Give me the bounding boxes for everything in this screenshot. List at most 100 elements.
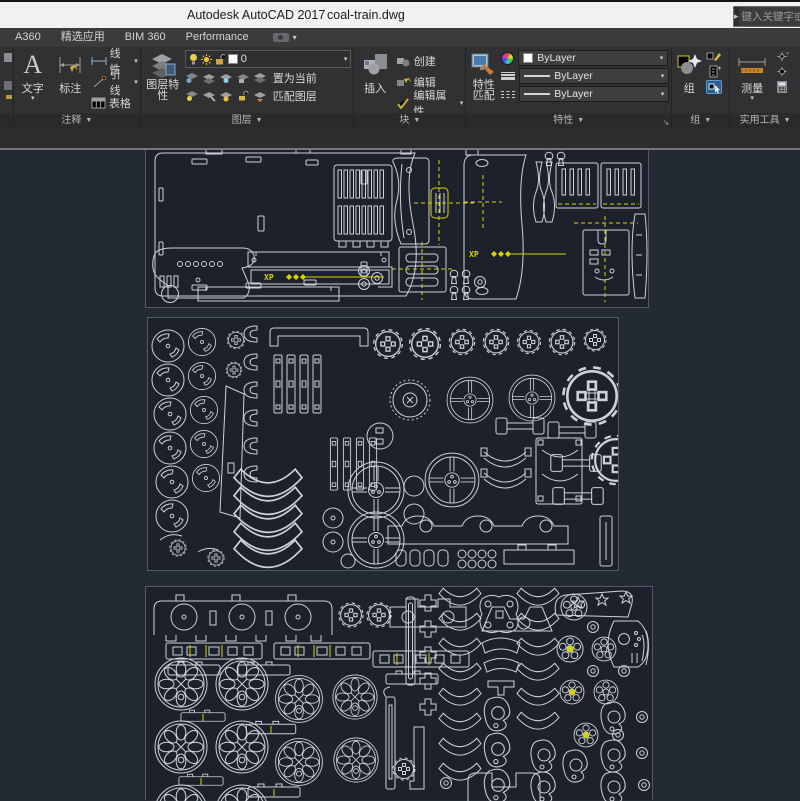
layer-merge-icon[interactable] (253, 90, 267, 102)
layer-properties-button[interactable]: 图层特性 (143, 49, 183, 102)
layer-off-icon[interactable] (185, 72, 199, 84)
keyhole-cluster (450, 270, 485, 299)
create-block-button[interactable]: 创建 (396, 51, 463, 71)
lineweight-dropdown[interactable]: ByLayer ▾ (519, 68, 669, 84)
insert-button[interactable]: 插入 (356, 49, 393, 96)
hook-parts-col2 (531, 740, 587, 801)
large-gear (563, 367, 618, 424)
leader-button[interactable]: 引线▾ (91, 72, 138, 92)
search-box[interactable]: ▸ 键入关键字或短语 (733, 6, 800, 27)
uclip-column (244, 326, 257, 482)
drawing-canvas[interactable]: XP XP (0, 150, 800, 800)
panel-label-properties[interactable]: 特性▼ (466, 113, 671, 128)
layer-on-bulb-icon (189, 53, 198, 65)
app-title: Autodesk AutoCAD 2017 (187, 8, 325, 22)
layer-unlock-icon (215, 54, 225, 65)
insert-block-icon (361, 52, 389, 78)
xp-marker-2: XP (469, 250, 566, 259)
small-circle-parts (323, 508, 355, 568)
keyhole-part (545, 152, 553, 165)
search-input[interactable]: 键入关键字或短语 (739, 9, 800, 24)
text-icon: A (23, 50, 42, 80)
panel-annotation: A 文字▾ 标注 线性▾ 引线▾ 表格 (14, 47, 141, 128)
panel-block: 插入 创建 编辑 编辑属性▾ 块▼ (354, 47, 466, 128)
layer-stack-icon[interactable] (253, 72, 267, 84)
properties-expander-icon[interactable]: ↘ (663, 118, 670, 127)
title-bar: Autodesk AutoCAD 2017 coal-train.dwg ▸ 键… (0, 0, 800, 28)
side-arc-piece (632, 214, 647, 298)
layer-unlock-small-icon[interactable] (236, 90, 250, 102)
layer-lock-small-icon[interactable] (236, 72, 250, 84)
text-button[interactable]: A 文字▾ (16, 49, 50, 102)
linetype-dropdown[interactable]: ByLayer ▾ (519, 86, 669, 102)
panel-group: 组 组▼ (672, 47, 730, 128)
match-layer-button[interactable]: 匹配图层 (273, 88, 317, 104)
layer-thaw-small-icon[interactable] (219, 90, 233, 102)
layer-on-small-icon[interactable] (185, 90, 199, 102)
gear-top (339, 603, 363, 627)
layer-combo[interactable]: 0 ▾ (185, 50, 352, 68)
layer-walk-icon[interactable] (202, 90, 216, 102)
edit-block-icon (396, 77, 411, 88)
layer-combo-value: 0 (241, 53, 247, 65)
ribbon: A 文字▾ 标注 线性▾ 引线▾ 表格 (0, 47, 800, 128)
layer-isolate-icon[interactable] (202, 72, 216, 84)
match-properties-icon (470, 52, 498, 78)
boiler-plate (464, 155, 526, 299)
crescent-column-b (517, 588, 559, 729)
panel-label-utilities[interactable]: 实用工具▼ (730, 113, 800, 128)
set-current-button[interactable]: 置为当前 (273, 70, 317, 86)
measure-button[interactable]: 测量▾ (732, 49, 772, 102)
dimension-button[interactable]: 标注 (51, 49, 88, 96)
point-icon[interactable] (774, 65, 790, 78)
panel-layers: 图层特性 0 ▾ 置为当前 (141, 47, 355, 128)
grille-plate (334, 165, 392, 247)
crescent-stack (234, 469, 302, 567)
clipped-icon (2, 51, 12, 103)
menu-featured-apps[interactable]: 精选应用 (51, 28, 115, 47)
slot-box (392, 242, 454, 300)
left-bracket-part (153, 248, 255, 303)
linetype-icon (501, 91, 515, 98)
menu-a360[interactable]: A360 (5, 28, 51, 47)
ungroup-icon[interactable] (706, 50, 722, 63)
table-button[interactable]: 表格 (91, 93, 138, 113)
match-properties-button[interactable]: 特性匹配 (468, 49, 499, 102)
group-selection-toggle-icon[interactable] (706, 80, 722, 94)
layer-combo-arrow-icon: ▾ (344, 55, 348, 63)
hook-parts-col1 (484, 697, 510, 801)
group-button[interactable]: 组 (674, 49, 704, 96)
drawing-sheet-body-panels: XP XP (145, 150, 649, 308)
star-bar (555, 591, 632, 617)
layer-color-swatch (228, 54, 238, 64)
slotted-bar-group-1 (274, 355, 321, 413)
boiler-front-piece (608, 621, 649, 667)
edit-attributes-button[interactable]: 编辑属性▾ (396, 93, 463, 113)
layer-tools-row-1: 置为当前 (185, 70, 352, 86)
layer-freeze-icon[interactable] (219, 72, 233, 84)
group-icon (676, 52, 702, 78)
menu-performance[interactable]: Performance (176, 28, 259, 47)
layer-thaw-sun-icon (201, 54, 212, 65)
group-edit-icon[interactable] (706, 65, 722, 78)
panel-label-group[interactable]: 组▼ (672, 113, 729, 128)
panel-label-annotation[interactable]: 注释▼ (14, 113, 140, 128)
linear-icon (91, 56, 107, 66)
panel-properties: 特性匹配 ByLayer ▾ ByLayer ▾ (466, 47, 672, 128)
calculator-icon[interactable] (774, 80, 790, 94)
id-point-icon[interactable] (774, 50, 790, 63)
color-swatch (523, 53, 533, 63)
color-wheel-icon (501, 52, 514, 65)
small-gear (227, 331, 245, 349)
sheet3-drawing (146, 587, 652, 801)
leader-icon (91, 76, 107, 88)
menu-overflow-arrow-icon[interactable]: ▾ (289, 33, 297, 42)
panel-label-block[interactable]: 块▼ (354, 113, 465, 128)
panel-label-layers[interactable]: 图层▼ (141, 113, 354, 128)
bottom-small-parts (396, 516, 612, 568)
spoked-wheel-rows (155, 658, 378, 801)
bone-links (496, 418, 603, 504)
object-color-dropdown[interactable]: ByLayer ▾ (518, 50, 668, 66)
small-ring (441, 778, 452, 789)
screencast-icon[interactable] (273, 33, 289, 42)
